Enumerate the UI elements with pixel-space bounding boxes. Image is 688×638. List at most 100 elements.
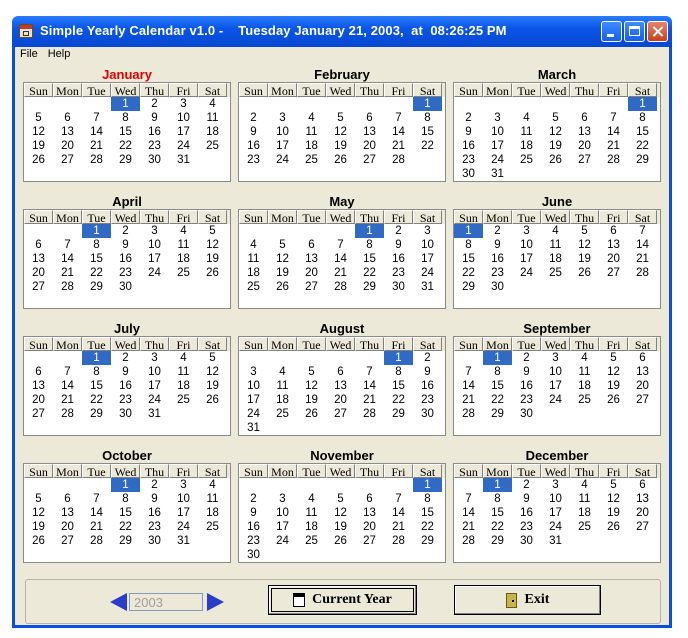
day-cell[interactable]: 11 <box>570 365 599 379</box>
day-cell[interactable]: 13 <box>599 238 628 252</box>
day-cell[interactable]: 28 <box>384 534 413 548</box>
day-cell[interactable]: 18 <box>169 252 198 266</box>
day-cell[interactable]: 25 <box>541 266 570 280</box>
day-cell[interactable]: 9 <box>483 238 512 252</box>
day-cell[interactable]: 24 <box>541 520 570 534</box>
day-cell[interactable]: 11 <box>239 252 268 266</box>
day-cell[interactable]: 12 <box>198 365 227 379</box>
day-cell[interactable]: 22 <box>413 520 442 534</box>
right-arrow-icon[interactable] <box>207 593 224 611</box>
day-cell[interactable]: 14 <box>599 125 628 139</box>
day-cell[interactable]: 13 <box>326 379 355 393</box>
day-cell[interactable]: 20 <box>326 393 355 407</box>
day-cell[interactable]: 27 <box>628 520 657 534</box>
day-cell[interactable]: 15 <box>628 125 657 139</box>
day-cell[interactable]: 9 <box>454 125 483 139</box>
day-cell[interactable]: 27 <box>628 393 657 407</box>
day-cell[interactable]: 15 <box>483 506 512 520</box>
day-cell[interactable]: 25 <box>297 153 326 167</box>
day-cell[interactable]: 3 <box>483 111 512 125</box>
day-cell[interactable]: 26 <box>326 534 355 548</box>
day-cell[interactable]: 14 <box>454 506 483 520</box>
day-cell[interactable]: 10 <box>512 238 541 252</box>
day-cell[interactable]: 17 <box>169 506 198 520</box>
day-cell[interactable]: 17 <box>169 125 198 139</box>
day-cell[interactable]: 29 <box>483 407 512 421</box>
day-cell[interactable]: 28 <box>628 266 657 280</box>
day-cell[interactable]: 25 <box>297 534 326 548</box>
day-cell[interactable]: 17 <box>268 139 297 153</box>
day-cell[interactable]: 22 <box>111 520 140 534</box>
day-cell[interactable]: 30 <box>384 280 413 294</box>
day-cell[interactable]: 27 <box>570 153 599 167</box>
day-cell[interactable]: 2 <box>512 478 541 492</box>
day-cell[interactable]: 23 <box>512 520 541 534</box>
day-cell[interactable]: 7 <box>599 111 628 125</box>
day-cell[interactable]: 17 <box>268 520 297 534</box>
day-cell[interactable]: 19 <box>541 139 570 153</box>
day-cell[interactable]: 1 <box>413 97 442 111</box>
day-cell[interactable]: 15 <box>483 379 512 393</box>
month-calendar[interactable]: Sun Mon Tue Wed Thu Fri Sat 1 2 3 4 5 6 7 8 9 10 11 12 13 14… <box>453 82 661 182</box>
day-cell[interactable]: 15 <box>384 379 413 393</box>
day-cell[interactable]: 30 <box>111 407 140 421</box>
day-cell[interactable]: 15 <box>454 252 483 266</box>
day-cell[interactable]: 3 <box>512 224 541 238</box>
day-cell[interactable]: 8 <box>413 492 442 506</box>
day-cell[interactable]: 30 <box>512 534 541 548</box>
day-cell[interactable]: 4 <box>198 478 227 492</box>
day-cell[interactable]: 6 <box>53 111 82 125</box>
day-cell[interactable]: 19 <box>570 252 599 266</box>
day-cell[interactable]: 23 <box>512 393 541 407</box>
day-cell[interactable]: 9 <box>384 238 413 252</box>
day-cell[interactable]: 14 <box>384 506 413 520</box>
day-cell[interactable]: 1 <box>111 97 140 111</box>
day-cell[interactable]: 21 <box>82 520 111 534</box>
day-cell[interactable]: 1 <box>454 224 483 238</box>
day-cell[interactable]: 25 <box>239 280 268 294</box>
day-cell[interactable]: 24 <box>169 139 198 153</box>
day-cell[interactable]: 29 <box>355 280 384 294</box>
day-cell[interactable]: 6 <box>355 492 384 506</box>
day-cell[interactable]: 28 <box>355 407 384 421</box>
day-cell[interactable]: 4 <box>297 492 326 506</box>
day-cell[interactable]: 20 <box>53 139 82 153</box>
day-cell[interactable]: 10 <box>140 365 169 379</box>
day-cell[interactable]: 12 <box>198 238 227 252</box>
day-cell[interactable]: 23 <box>239 534 268 548</box>
day-cell[interactable]: 26 <box>24 153 53 167</box>
day-cell[interactable]: 1 <box>483 351 512 365</box>
day-cell[interactable]: 19 <box>198 252 227 266</box>
day-cell[interactable]: 6 <box>628 478 657 492</box>
day-cell[interactable]: 10 <box>239 379 268 393</box>
day-cell[interactable]: 17 <box>413 252 442 266</box>
day-cell[interactable]: 7 <box>384 492 413 506</box>
day-cell[interactable]: 20 <box>53 520 82 534</box>
day-cell[interactable]: 1 <box>384 351 413 365</box>
day-cell[interactable]: 21 <box>454 393 483 407</box>
day-cell[interactable]: 26 <box>326 153 355 167</box>
day-cell[interactable]: 21 <box>355 393 384 407</box>
month-calendar[interactable]: Sun Mon Tue Wed Thu Fri Sat 1 2 3 4 5 6 7 8 9 10 11 12 13 14… <box>238 463 446 563</box>
day-cell[interactable]: 23 <box>239 153 268 167</box>
day-cell[interactable]: 28 <box>599 153 628 167</box>
day-cell[interactable]: 12 <box>541 125 570 139</box>
day-cell[interactable]: 16 <box>140 125 169 139</box>
day-cell[interactable]: 31 <box>483 167 512 181</box>
day-cell[interactable]: 9 <box>140 111 169 125</box>
day-cell[interactable]: 16 <box>140 506 169 520</box>
day-cell[interactable]: 21 <box>628 252 657 266</box>
day-cell[interactable]: 8 <box>355 238 384 252</box>
day-cell[interactable]: 18 <box>169 379 198 393</box>
day-cell[interactable]: 15 <box>355 252 384 266</box>
day-cell[interactable]: 24 <box>169 520 198 534</box>
day-cell[interactable]: 2 <box>512 351 541 365</box>
day-cell[interactable]: 22 <box>111 139 140 153</box>
day-cell[interactable]: 26 <box>297 407 326 421</box>
exit-button[interactable]: Exit <box>454 585 601 615</box>
day-cell[interactable]: 29 <box>483 534 512 548</box>
day-cell[interactable]: 24 <box>483 153 512 167</box>
day-cell[interactable]: 17 <box>239 393 268 407</box>
day-cell[interactable]: 2 <box>111 351 140 365</box>
day-cell[interactable]: 15 <box>82 252 111 266</box>
